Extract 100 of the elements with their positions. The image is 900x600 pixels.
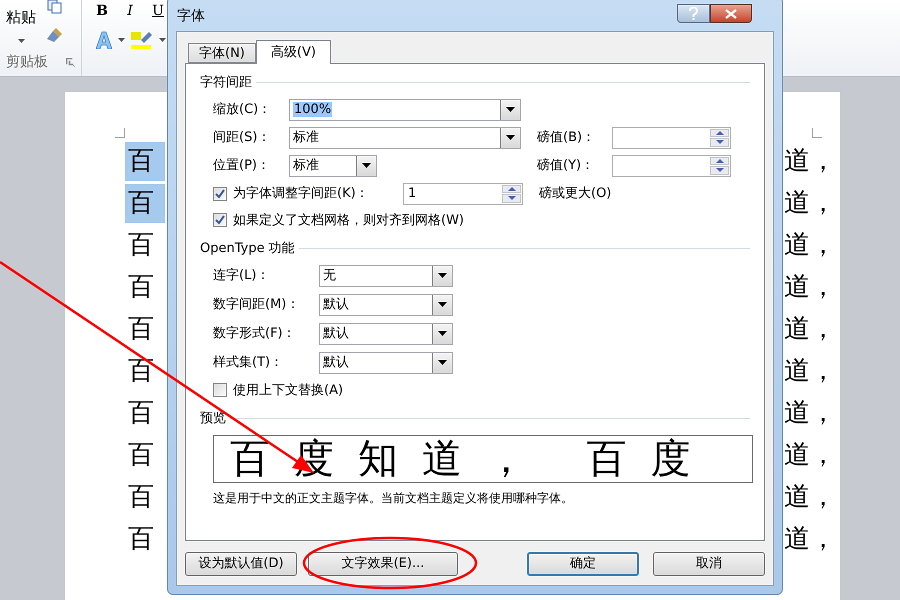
document-text: 百 xyxy=(127,312,155,346)
dropdown-arrow-button[interactable] xyxy=(432,352,452,372)
field-label: 数字形式(F)： xyxy=(213,324,297,343)
spin-down-button[interactable] xyxy=(502,194,521,202)
field-label: 为字体调整字间距(K)： xyxy=(233,184,370,203)
dropdown-value: 默认 xyxy=(323,354,350,370)
window-title: 字体 xyxy=(176,6,205,26)
dropdown-value: 默认 xyxy=(323,326,350,342)
dropdown-arrow-button[interactable] xyxy=(432,324,452,344)
down-arrow-icon xyxy=(716,140,724,144)
section-title: 预览 xyxy=(200,410,226,428)
down-arrow-icon xyxy=(716,168,724,172)
document-text: 百 xyxy=(127,270,155,304)
up-arrow-icon xyxy=(716,130,724,135)
dialog-button[interactable]: 设为默认值(D) xyxy=(185,552,297,576)
format-button[interactable]: B xyxy=(96,1,108,22)
help-icon xyxy=(689,7,698,20)
close-button[interactable] xyxy=(710,4,752,23)
help-button[interactable] xyxy=(677,4,710,23)
dialog-launcher-icon[interactable] xyxy=(66,58,75,67)
document-text: 百 xyxy=(127,396,155,430)
dropdown-value: 无 xyxy=(323,268,337,284)
format-button[interactable]: I xyxy=(124,1,136,22)
group-label: 剪贴板 xyxy=(6,53,48,72)
field-label: 样式集(T)： xyxy=(213,354,284,372)
dropdown-field[interactable]: 标准 xyxy=(289,126,521,148)
caret-icon xyxy=(118,38,125,42)
spin-field[interactable] xyxy=(612,126,731,148)
corner-mark xyxy=(812,128,822,138)
caret-icon xyxy=(506,135,515,140)
document-text: 百 xyxy=(125,142,165,180)
field-label: 数字间距(M)： xyxy=(213,296,300,314)
document-text: 道， xyxy=(784,438,836,472)
field-label: 磅值(B)： xyxy=(537,128,596,147)
field-label: 位置(P)： xyxy=(213,156,271,175)
dropdown-arrow-button[interactable] xyxy=(500,128,520,148)
dialog-button[interactable]: 确定 xyxy=(527,552,639,576)
up-arrow-icon xyxy=(716,158,724,163)
document-text: 道， xyxy=(784,312,836,346)
dropdown-arrow-button[interactable] xyxy=(500,100,520,120)
spin-up-button[interactable] xyxy=(502,184,521,193)
document-text: 百 xyxy=(127,438,155,472)
document-text: 道， xyxy=(784,396,836,430)
dropdown-value: 标准 xyxy=(293,158,320,174)
caret-icon xyxy=(159,38,166,42)
document-text: 道， xyxy=(784,522,836,556)
dropdown-field[interactable]: 默认 xyxy=(319,322,453,344)
dropdown-field[interactable]: 100% xyxy=(289,98,521,120)
spin-up-button[interactable] xyxy=(710,128,729,137)
dropdown-field[interactable]: 标准 xyxy=(289,154,377,176)
dialog-button[interactable]: 文字效果(E)... xyxy=(308,552,458,576)
spin-field[interactable]: 1 xyxy=(403,182,523,204)
section-title: 字符间距 xyxy=(200,74,252,92)
caret-icon xyxy=(18,38,24,42)
highlighter-icon[interactable] xyxy=(131,30,153,50)
checkbox[interactable] xyxy=(213,213,227,228)
preview-note: 这是用于中文的正文主题字体。当前文档主题定义将使用哪种字体。 xyxy=(213,490,574,506)
copy-icon[interactable] xyxy=(46,0,62,14)
corner-mark xyxy=(115,128,125,138)
document-text: 道， xyxy=(784,354,836,388)
caret-icon xyxy=(438,273,447,278)
document-text: 百 xyxy=(127,480,155,514)
tab[interactable]: 字体(N) xyxy=(188,43,256,63)
brush-icon[interactable] xyxy=(46,26,64,44)
checkbox[interactable] xyxy=(213,383,227,398)
dialog-button[interactable]: 取消 xyxy=(653,552,765,576)
checkbox[interactable] xyxy=(213,186,227,200)
spin-value: 1 xyxy=(408,186,416,201)
spin-down-button[interactable] xyxy=(710,166,729,174)
tab[interactable]: 高级(V) xyxy=(256,40,331,64)
caret-icon xyxy=(438,302,447,307)
up-arrow-icon xyxy=(508,186,516,191)
text-effects-icon[interactable] xyxy=(96,31,112,49)
caret-icon xyxy=(438,331,447,336)
document-text: 百 xyxy=(127,228,155,262)
document-text: 道， xyxy=(784,186,836,220)
spin-down-button[interactable] xyxy=(710,138,729,146)
dropdown-field[interactable]: 默认 xyxy=(319,352,453,374)
document-text: 百 xyxy=(125,184,165,222)
field-label: 缩放(C)： xyxy=(213,100,272,119)
dropdown-arrow-button[interactable] xyxy=(432,294,452,314)
caret-icon xyxy=(438,360,447,365)
spin-up-button[interactable] xyxy=(710,156,729,165)
dropdown-arrow-button[interactable] xyxy=(432,266,452,286)
spin-field[interactable] xyxy=(612,154,731,176)
close-icon xyxy=(725,8,737,18)
field-label: 磅或更大(O) xyxy=(539,184,612,203)
format-button[interactable]: U xyxy=(152,1,164,22)
field-label: 连字(L)： xyxy=(213,266,270,285)
down-arrow-icon xyxy=(508,196,516,200)
checkmark-icon xyxy=(215,188,225,198)
section-title: OpenType 功能 xyxy=(200,240,295,258)
document-text: 百 xyxy=(127,522,155,556)
dropdown-arrow-button[interactable] xyxy=(356,156,376,176)
dropdown-field[interactable]: 无 xyxy=(319,264,453,286)
dropdown-field[interactable]: 默认 xyxy=(319,294,453,316)
field-label: 间距(S)： xyxy=(213,128,272,147)
dropdown-value: 100% xyxy=(293,102,334,118)
paste-button[interactable]: 粘贴 xyxy=(6,0,36,52)
checkmark-icon xyxy=(215,215,225,226)
